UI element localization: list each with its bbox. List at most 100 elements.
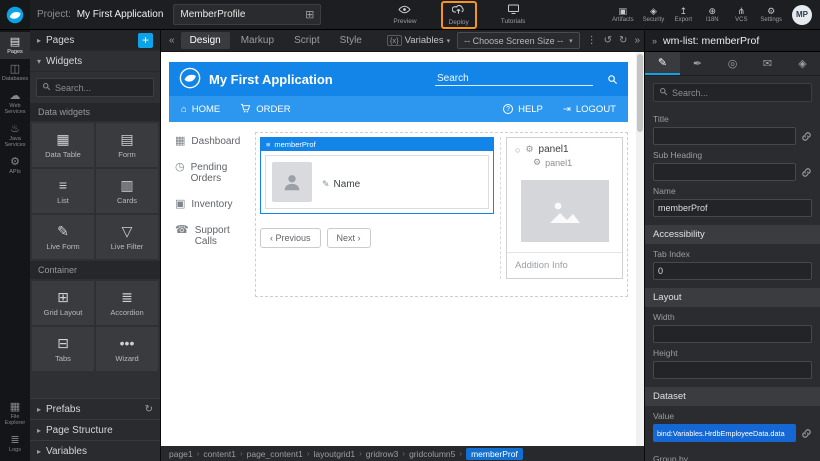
nav-order[interactable]: ORDER <box>240 103 290 116</box>
user-avatar[interactable]: MP <box>792 5 812 25</box>
activitybar-item-apis[interactable]: ⚙ APIs <box>0 152 30 179</box>
breadcrumb-item-gridcolumn5[interactable]: gridcolumn5 <box>409 449 455 459</box>
previous-page-button[interactable]: ‹ Previous <box>260 228 321 248</box>
tab-markup[interactable]: Markup <box>232 32 283 49</box>
nav-help[interactable]: ? HELP <box>503 104 543 115</box>
expand-canvas-icon[interactable]: » <box>634 35 640 46</box>
i18n-button[interactable]: ⊕ I18N <box>702 6 722 23</box>
properties-search-input[interactable] <box>672 88 806 98</box>
nav-home[interactable]: ⌂ HOME <box>181 104 220 115</box>
name-field-label: Name <box>334 179 361 190</box>
widget-tile-accordion[interactable]: ≣ Accordion <box>96 281 158 325</box>
activitybar-item-file-explorer[interactable]: ▦ File Explorer <box>0 397 30 430</box>
tab-inspect[interactable]: ◎ <box>715 52 750 75</box>
tab-design[interactable]: Design <box>181 32 230 49</box>
nav-logout[interactable]: ⇥ LOGOUT <box>563 104 616 115</box>
bind-link-icon[interactable] <box>801 428 812 439</box>
screen-size-dropdown[interactable]: -- Choose Screen Size -- ▾ <box>457 32 580 49</box>
app-search-icon[interactable] <box>607 74 618 85</box>
widget-tile-live-form[interactable]: ✎ Live Form <box>32 215 94 259</box>
pages-section-header[interactable]: ▸ Pages + <box>30 30 160 51</box>
widget-search-input[interactable] <box>55 83 148 93</box>
activitybar-item-pages[interactable]: ▤ Pages <box>0 32 30 59</box>
widget-tile-tabs[interactable]: ⊟ Tabs <box>32 327 94 371</box>
preview-button[interactable]: Preview <box>393 5 416 25</box>
security-button[interactable]: ◈ Security <box>643 6 665 23</box>
breadcrumb-item-page-content1[interactable]: page_content1 <box>247 449 303 459</box>
variables-dropdown[interactable]: {x} Variables ▾ <box>387 35 450 46</box>
tutorials-button[interactable]: Tutorials <box>501 4 526 25</box>
width-input[interactable] <box>653 325 812 343</box>
tab-events[interactable]: ✉ <box>750 52 785 75</box>
breadcrumb-item-page1[interactable]: page1 <box>169 449 193 459</box>
canvas-scrollbar[interactable] <box>636 52 644 446</box>
widget-tile-wizard[interactable]: ••• Wizard <box>96 327 158 371</box>
list-item-template[interactable]: ✎ Name <box>265 155 489 209</box>
tab-index-input[interactable] <box>653 262 812 280</box>
breadcrumb-item-memberprof[interactable]: memberProf <box>466 448 523 460</box>
toolbar-right: {x} Variables ▾ -- Choose Screen Size --… <box>387 32 640 49</box>
widget-tile-list[interactable]: ≡ List <box>32 169 94 213</box>
add-page-button[interactable]: + <box>138 33 153 48</box>
prefabs-section-header[interactable]: ▸ Prefabs ↻ <box>30 398 160 419</box>
value-binding-chip[interactable]: bind:Variables.HrdbEmployeeData.data <box>653 424 796 442</box>
image-placeholder[interactable] <box>521 180 609 242</box>
menu-label: Support Calls <box>195 225 251 247</box>
activitybar-item-logs[interactable]: ≣ Logs <box>0 430 30 457</box>
height-input[interactable] <box>653 361 812 379</box>
list-widget-titlebar[interactable]: ≡ memberProf <box>261 138 493 151</box>
breadcrumb-item-gridrow3[interactable]: gridrow3 <box>366 449 399 459</box>
breadcrumb-separator-icon: › <box>240 449 243 458</box>
bind-link-icon[interactable] <box>801 131 812 142</box>
panel-settings-gear-icon[interactable]: ⚙ <box>525 144 533 155</box>
name-field[interactable]: ✎ Name <box>322 166 360 202</box>
collapse-explorer-icon[interactable]: « <box>165 35 179 46</box>
security-icon: ◈ <box>650 6 657 17</box>
activitybar-item-web-services[interactable]: ☁ Web Services <box>0 86 30 119</box>
vcs-button[interactable]: ⋔ VCS <box>731 6 751 23</box>
widget-tile-live-filter[interactable]: ▽ Live Filter <box>96 215 158 259</box>
bind-link-icon[interactable] <box>801 167 812 178</box>
tab-properties[interactable]: ✎ <box>645 52 680 75</box>
menu-item-inventory[interactable]: ▣ Inventory <box>175 199 251 210</box>
title-input[interactable] <box>653 127 796 145</box>
tab-security[interactable]: ◈ <box>785 52 820 75</box>
redo-icon[interactable]: ↻ <box>619 35 627 46</box>
menu-item-support-calls[interactable]: ☎ Support Calls <box>175 225 251 247</box>
activitybar-item-databases[interactable]: ◫ Databases <box>0 59 30 86</box>
app-search-input[interactable] <box>437 73 591 84</box>
page-selector[interactable]: MemberProfile ⊞ <box>173 4 321 25</box>
refresh-icon[interactable]: ↻ <box>145 404 153 415</box>
settings-button[interactable]: ⚙ Settings <box>760 6 782 23</box>
breadcrumb-item-content1[interactable]: content1 <box>203 449 236 459</box>
widget-tile-form[interactable]: ▤ Form <box>96 123 158 167</box>
undo-icon[interactable]: ↺ <box>604 35 612 46</box>
widgets-section-header[interactable]: ▾ Widgets <box>30 51 160 72</box>
deploy-label: Deploy <box>449 19 469 26</box>
menu-item-dashboard[interactable]: ▦ Dashboard <box>175 136 251 147</box>
subheading-input[interactable] <box>653 163 796 181</box>
scrollbar-thumb[interactable] <box>637 54 643 132</box>
more-options-icon[interactable]: ⋮ <box>587 35 597 46</box>
menu-item-pending-orders[interactable]: ◷ Pending Orders <box>175 162 251 184</box>
artifacts-button[interactable]: ▣ Artifacts <box>612 6 634 23</box>
name-input[interactable] <box>653 199 812 217</box>
widget-tile-data-table[interactable]: ▦ Data Table <box>32 123 94 167</box>
panel1-widget[interactable]: ○ ⚙ panel1 ⚙ panel1 <box>506 137 623 279</box>
widget-tile-grid-layout[interactable]: ⊞ Grid Layout <box>32 281 94 325</box>
widget-tile-cards[interactable]: ▥ Cards <box>96 169 158 213</box>
collapse-properties-icon[interactable]: » <box>652 36 657 46</box>
next-page-button[interactable]: Next › <box>327 228 371 248</box>
tab-script[interactable]: Script <box>285 32 329 49</box>
panel1-header[interactable]: ○ ⚙ panel1 <box>507 138 622 157</box>
breadcrumb-item-layoutgrid1[interactable]: layoutgrid1 <box>314 449 356 459</box>
tab-styles[interactable]: ✒ <box>680 52 715 75</box>
activitybar-item-java-services[interactable]: ♨ Java Services <box>0 119 30 152</box>
wavemaker-logo-icon[interactable] <box>0 0 30 29</box>
export-button[interactable]: ↥ Export <box>673 6 693 23</box>
tab-style[interactable]: Style <box>331 32 371 49</box>
member-list-widget[interactable]: ≡ memberProf ✎ <box>260 137 494 214</box>
page-structure-section-header[interactable]: ▸ Page Structure <box>30 419 160 440</box>
variables-section-header[interactable]: ▸ Variables <box>30 440 160 461</box>
deploy-button[interactable]: Deploy <box>441 1 477 29</box>
